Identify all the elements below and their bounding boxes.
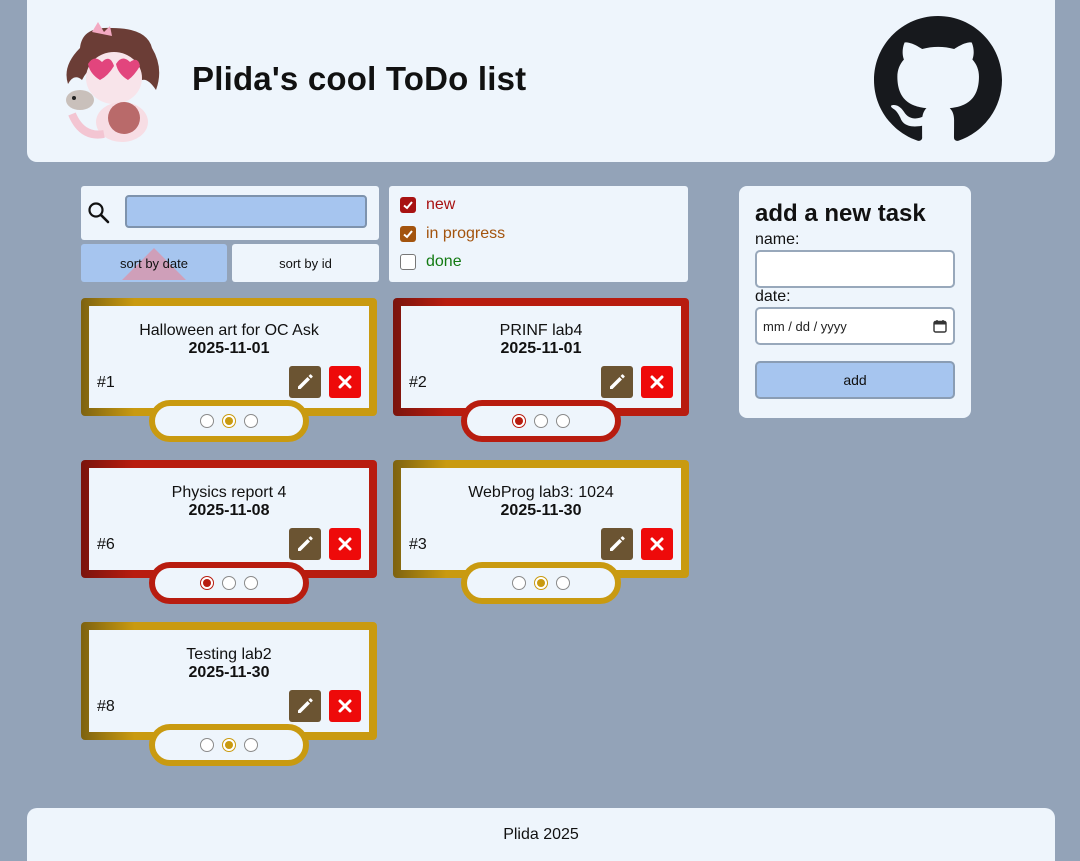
mascot-avatar-image <box>66 22 160 142</box>
edit-button[interactable] <box>289 690 321 722</box>
task-name: Halloween art for OC Ask <box>139 322 319 339</box>
task-card: Halloween art for OC Ask 2025-11-01 #1 <box>81 298 377 416</box>
pencil-icon <box>298 536 313 551</box>
task-card-body: PRINF lab4 2025-11-01 #2 <box>401 306 681 408</box>
close-icon <box>650 537 664 551</box>
status-radio-new[interactable] <box>200 576 214 590</box>
page-title: Plida's cool ToDo list <box>192 60 527 97</box>
status-radio-in-progress[interactable] <box>222 414 236 428</box>
status-radio-done[interactable] <box>556 414 570 428</box>
status-radio-in-progress[interactable] <box>534 576 548 590</box>
filter-checkbox[interactable] <box>400 254 416 270</box>
filter-in-progress[interactable]: in progress <box>400 225 505 243</box>
radio-dot <box>203 579 211 587</box>
close-icon <box>650 375 664 389</box>
status-selector <box>149 562 309 604</box>
status-radio-done[interactable] <box>244 738 258 752</box>
status-selector <box>149 724 309 766</box>
task-card-body: Halloween art for OC Ask 2025-11-01 #1 <box>89 306 369 408</box>
task-name: PRINF lab4 <box>499 322 583 339</box>
calendar-icon[interactable] <box>933 319 947 333</box>
status-radio-in-progress[interactable] <box>534 414 548 428</box>
add-task-title: add a new task <box>755 200 926 227</box>
task-name: WebProg lab3: 1024 <box>468 484 614 501</box>
delete-button[interactable] <box>641 366 673 398</box>
filter-label: done <box>426 253 462 270</box>
date-input[interactable]: mm / dd / yyyy <box>755 307 955 345</box>
delete-button[interactable] <box>329 528 361 560</box>
radio-dot <box>537 579 545 587</box>
task-date: 2025-11-30 <box>188 664 270 681</box>
status-selector <box>461 400 621 442</box>
name-input[interactable] <box>755 250 955 288</box>
status-selector <box>149 400 309 442</box>
task-id: #2 <box>409 374 427 391</box>
add-task-button[interactable]: add <box>755 361 955 399</box>
filter-done[interactable]: done <box>400 253 462 271</box>
edit-button[interactable] <box>289 528 321 560</box>
task-id: #6 <box>97 536 115 553</box>
delete-button[interactable] <box>329 690 361 722</box>
task-name: Testing lab2 <box>186 646 272 663</box>
pencil-icon <box>610 536 625 551</box>
sort-by-date-label: sort by date <box>120 255 188 271</box>
edit-button[interactable] <box>601 366 633 398</box>
task-name: Physics report 4 <box>171 484 287 501</box>
filter-label: new <box>426 196 456 213</box>
checkmark-icon <box>403 201 413 210</box>
task-card-body: Physics report 4 2025-11-08 #6 <box>89 468 369 570</box>
delete-button[interactable] <box>641 528 673 560</box>
pencil-icon <box>610 374 625 389</box>
close-icon <box>338 375 352 389</box>
task-id: #8 <box>97 698 115 715</box>
status-radio-new[interactable] <box>512 414 526 428</box>
status-radio-in-progress[interactable] <box>222 576 236 590</box>
filter-checkbox[interactable] <box>400 226 416 242</box>
task-card: WebProg lab3: 1024 2025-11-30 #3 <box>393 460 689 578</box>
sort-by-id-button[interactable]: sort by id <box>232 244 379 282</box>
date-label: date: <box>755 288 791 305</box>
github-icon[interactable] <box>873 16 1003 144</box>
edit-button[interactable] <box>601 528 633 560</box>
status-radio-in-progress[interactable] <box>222 738 236 752</box>
radio-dot <box>515 417 523 425</box>
task-card-body: WebProg lab3: 1024 2025-11-30 #3 <box>401 468 681 570</box>
checkmark-icon <box>403 230 413 239</box>
task-date: 2025-11-01 <box>500 340 582 357</box>
task-id: #3 <box>409 536 427 553</box>
name-label: name: <box>755 231 800 248</box>
search-input[interactable] <box>125 195 367 228</box>
date-placeholder: mm / dd / yyyy <box>763 318 847 334</box>
filter-checkbox[interactable] <box>400 197 416 213</box>
close-icon <box>338 537 352 551</box>
task-card: Physics report 4 2025-11-08 #6 <box>81 460 377 578</box>
task-id: #1 <box>97 374 115 391</box>
pencil-icon <box>298 698 313 713</box>
task-card: Testing lab2 2025-11-30 #8 <box>81 622 377 740</box>
task-card: PRINF lab4 2025-11-01 #2 <box>393 298 689 416</box>
task-card-body: Testing lab2 2025-11-30 #8 <box>89 630 369 732</box>
task-date: 2025-11-01 <box>188 340 270 357</box>
task-date: 2025-11-30 <box>500 502 582 519</box>
status-radio-new[interactable] <box>512 576 526 590</box>
status-radio-new[interactable] <box>200 414 214 428</box>
sort-by-id-label: sort by id <box>279 255 332 271</box>
close-icon <box>338 699 352 713</box>
radio-dot <box>225 417 233 425</box>
task-date: 2025-11-08 <box>188 502 270 519</box>
footer-text: Plida 2025 <box>503 825 579 843</box>
radio-dot <box>225 741 233 749</box>
status-selector <box>461 562 621 604</box>
search-icon <box>88 202 110 224</box>
footer: Plida 2025 <box>27 808 1055 861</box>
delete-button[interactable] <box>329 366 361 398</box>
status-radio-done[interactable] <box>244 576 258 590</box>
filter-label: in progress <box>426 225 506 242</box>
status-radio-done[interactable] <box>244 414 258 428</box>
edit-button[interactable] <box>289 366 321 398</box>
status-radio-done[interactable] <box>556 576 570 590</box>
filter-new[interactable]: new <box>400 196 455 214</box>
status-radio-new[interactable] <box>200 738 214 752</box>
pencil-icon <box>298 374 313 389</box>
